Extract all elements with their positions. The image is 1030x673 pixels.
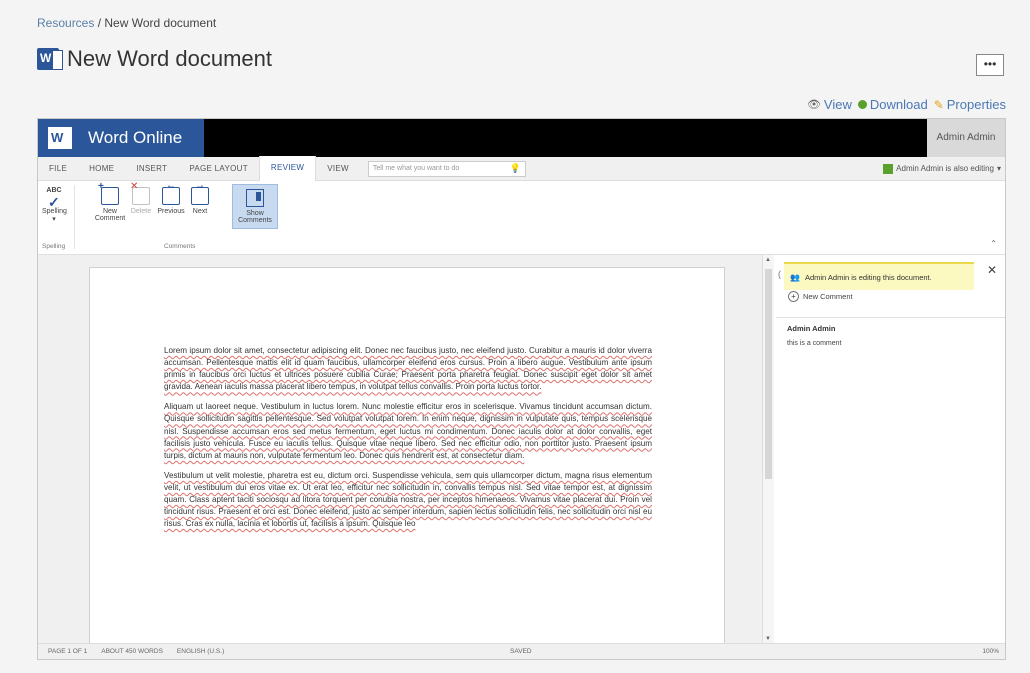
tab-review[interactable]: REVIEW <box>258 156 317 181</box>
breadcrumb-resources-link[interactable]: Resources <box>37 16 94 30</box>
comment-text[interactable]: this is a comment <box>787 340 841 347</box>
group-divider <box>74 185 75 249</box>
coauthor-indicator[interactable]: Admin Admin is also editing ▾ <box>883 157 1001 181</box>
show-comments-label-2: Comments <box>238 217 272 224</box>
tell-me-input[interactable]: Tell me what you want to do 💡 <box>367 160 526 177</box>
page-header: New Word document <box>37 46 272 72</box>
group-label-spelling: Spelling <box>42 243 66 250</box>
new-comment-icon: + <box>98 181 119 205</box>
next-comment-button[interactable]: → Next <box>189 180 211 215</box>
person-icon <box>883 164 894 174</box>
app-brand[interactable]: Word Online <box>38 119 204 157</box>
close-icon[interactable]: ✕ <box>987 263 997 277</box>
review-ribbon: ABC ✓ Spelling ▾ + New Comment ✕ Delete ←… <box>38 180 1005 255</box>
ribbon-tabs: FILE HOME INSERT PAGE LAYOUT REVIEW VIEW… <box>38 156 1005 181</box>
tab-page-layout[interactable]: PAGE LAYOUT <box>178 157 259 181</box>
pencil-icon: ✎ <box>933 97 944 112</box>
word-document-icon <box>37 48 63 70</box>
breadcrumb: Resources / New Word document <box>37 16 216 30</box>
document-paragraph[interactable]: Lorem ipsum dolor sit amet, consectetur … <box>164 345 652 393</box>
status-zoom[interactable]: 100% <box>982 648 999 655</box>
document-scrollbar[interactable]: ▲ ▼ <box>762 255 774 644</box>
coauthor-banner: 👥 Admin Admin is editing this document. <box>784 262 974 290</box>
scroll-down-icon[interactable]: ▼ <box>765 636 771 642</box>
breadcrumb-current: New Word document <box>104 16 217 30</box>
download-icon <box>857 100 867 109</box>
tab-file[interactable]: FILE <box>38 157 78 181</box>
view-label: View <box>823 97 852 112</box>
new-comment-button[interactable]: + New Comment <box>93 181 127 222</box>
document-actions: 👁 View Download ✎ Properties <box>807 97 1006 112</box>
new-comment-link-label: New Comment <box>803 292 853 301</box>
document-page: Lorem ipsum dolor sit amet, consectetur … <box>89 267 725 644</box>
document-body[interactable]: Lorem ipsum dolor sit amet, consectetur … <box>164 345 652 538</box>
new-comment-link[interactable]: + New Comment <box>788 291 853 302</box>
comments-pane-icon <box>246 189 264 207</box>
group-label-comments: Comments <box>164 243 196 250</box>
collapse-ribbon-icon[interactable]: ⌃ <box>990 239 997 248</box>
properties-label: Properties <box>946 97 1006 112</box>
app-title-bar: Word Online Admin Admin <box>38 119 1005 157</box>
spelling-button[interactable]: ABC ✓ Spelling ▾ <box>42 187 67 223</box>
document-canvas[interactable]: Lorem ipsum dolor sit amet, consectetur … <box>38 255 764 644</box>
comment-author: Admin Admin <box>787 324 836 333</box>
word-online-frame: Word Online Admin Admin FILE HOME INSERT… <box>37 118 1006 660</box>
word-logo-icon <box>48 127 72 149</box>
coauthor-label: Admin Admin is also editing <box>896 164 994 173</box>
next-label: Next <box>192 208 208 215</box>
tab-insert[interactable]: INSERT <box>125 157 178 181</box>
document-paragraph[interactable]: Aliquam ut laoreet neque. Vestibulum in … <box>164 401 652 461</box>
status-language[interactable]: ENGLISH (U.S.) <box>177 648 224 655</box>
breadcrumb-separator: / <box>97 16 102 30</box>
chevron-down-icon: ▾ <box>52 216 56 223</box>
tell-me-placeholder: Tell me what you want to do <box>372 165 460 172</box>
next-comment-icon: → <box>191 180 209 205</box>
tab-view[interactable]: VIEW <box>316 157 360 181</box>
comments-pane: ( 👥 Admin Admin is editing this document… <box>776 255 1005 644</box>
view-link[interactable]: 👁 View <box>807 97 852 112</box>
delete-comment-button[interactable]: ✕ Delete <box>129 181 153 215</box>
new-comment-label-2: Comment <box>94 215 126 222</box>
people-icon: 👥 <box>790 272 800 282</box>
status-page: PAGE 1 OF 1 <box>48 648 88 655</box>
chevron-down-icon: ▾ <box>996 164 1001 173</box>
download-label: Download <box>869 97 928 112</box>
status-word-count[interactable]: ABOUT 450 WORDS <box>101 648 163 655</box>
properties-link[interactable]: ✎ Properties <box>934 97 1006 112</box>
previous-comment-icon: ← <box>162 180 180 205</box>
more-options-button[interactable]: ••• <box>976 54 1004 76</box>
delete-comment-icon: ✕ <box>130 181 150 205</box>
lightbulb-icon: 💡 <box>509 163 521 173</box>
page-title: New Word document <box>67 46 273 71</box>
status-bar: PAGE 1 OF 1 ABOUT 450 WORDS ENGLISH (U.S… <box>38 643 1005 659</box>
show-comments-label: Show <box>246 210 264 217</box>
new-comment-label: New <box>102 208 117 215</box>
scrollbar-thumb[interactable] <box>765 269 772 479</box>
document-paragraph[interactable]: Vestibulum ut velit molestie, pharetra e… <box>164 470 652 530</box>
divider <box>776 317 1005 318</box>
previous-label: Previous <box>157 208 185 215</box>
eye-icon: 👁 <box>806 99 821 111</box>
show-comments-button[interactable]: Show Comments <box>232 184 278 229</box>
scroll-up-icon[interactable]: ▲ <box>765 257 771 263</box>
app-name: Word Online <box>88 128 183 147</box>
add-comment-icon: + <box>788 291 799 302</box>
tab-home[interactable]: HOME <box>78 157 125 181</box>
status-saved: SAVED <box>510 648 532 655</box>
bracket-icon: ( <box>778 269 781 279</box>
user-account[interactable]: Admin Admin <box>927 119 1005 157</box>
delete-label: Delete <box>130 208 152 215</box>
download-link[interactable]: Download <box>857 97 928 112</box>
previous-comment-button[interactable]: ← Previous <box>157 180 185 215</box>
spelling-check-icon: ABC ✓ <box>46 187 62 210</box>
coauthor-banner-text: Admin Admin is editing this document. <box>804 272 932 282</box>
